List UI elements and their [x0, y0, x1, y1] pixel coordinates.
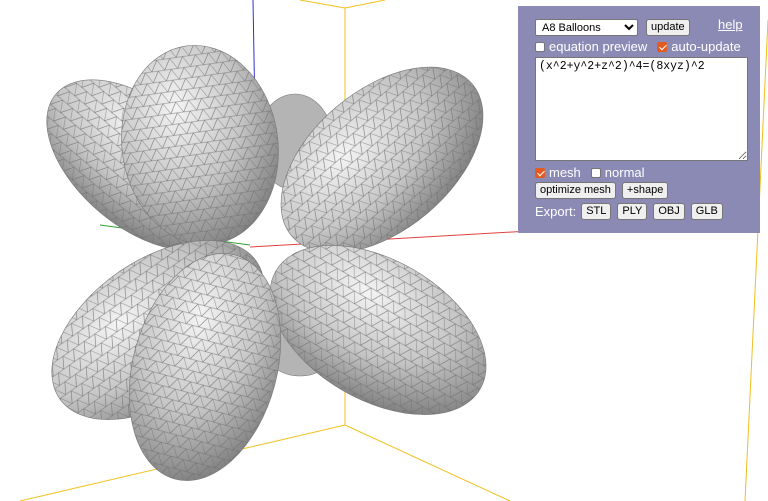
- auto-update-label: auto-update: [671, 39, 741, 54]
- mesh-checkbox[interactable]: [535, 167, 545, 178]
- surface-mesh: [46, 45, 487, 481]
- export-label: Export:: [535, 204, 577, 219]
- export-obj-button[interactable]: OBJ: [653, 203, 685, 220]
- control-panel: A8 Balloons update help equation preview…: [518, 6, 760, 233]
- update-button[interactable]: update: [646, 19, 690, 36]
- equation-preview-checkbox[interactable]: [535, 41, 545, 52]
- mesh-label: mesh: [549, 165, 581, 180]
- export-glb-button[interactable]: GLB: [690, 203, 723, 220]
- equation-input[interactable]: (x^2+y^2+z^2)^4=(8xyz)^2: [535, 57, 748, 161]
- normal-checkbox[interactable]: [590, 167, 601, 178]
- add-shape-button[interactable]: +shape: [621, 182, 669, 199]
- auto-update-checkbox[interactable]: [657, 41, 668, 52]
- export-ply-button[interactable]: PLY: [617, 203, 648, 220]
- normal-label: normal: [604, 165, 645, 180]
- export-stl-button[interactable]: STL: [581, 203, 612, 220]
- help-link[interactable]: help: [718, 17, 743, 32]
- preset-select[interactable]: A8 Balloons: [535, 19, 638, 36]
- optimize-mesh-button[interactable]: optimize mesh: [535, 182, 616, 199]
- equation-preview-label: equation preview: [549, 39, 648, 54]
